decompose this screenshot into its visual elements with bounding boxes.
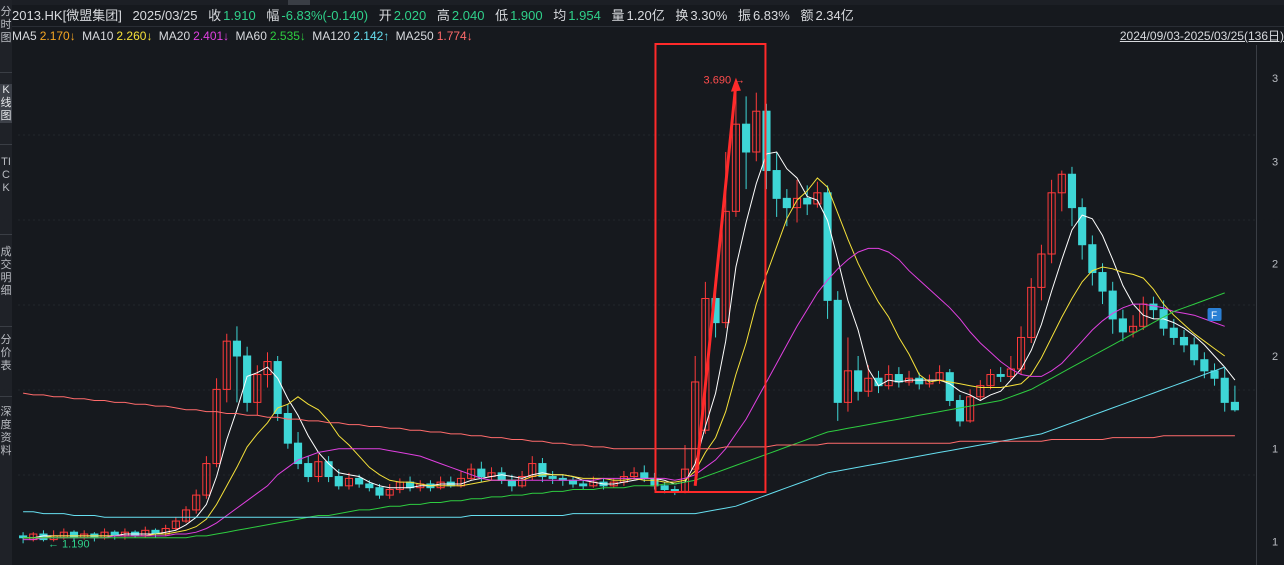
candle-body	[1220, 377, 1229, 403]
candle-body	[915, 377, 924, 385]
candle-body	[996, 374, 1005, 377]
candle-body	[1098, 272, 1107, 292]
y-tick-label: 2	[1272, 258, 1278, 270]
candle-body	[497, 472, 506, 481]
candle-body	[1190, 344, 1199, 361]
ma-line-ma250	[23, 392, 1235, 450]
candle-body	[273, 361, 282, 414]
highlight-box	[654, 43, 767, 493]
candle-body	[803, 197, 812, 205]
candle-body	[334, 476, 343, 487]
y-tick-label: 1	[1272, 444, 1278, 456]
candle-body	[375, 487, 384, 496]
candle-body	[742, 123, 751, 153]
candle-body	[355, 477, 364, 485]
y-tick-label: 1	[1272, 536, 1278, 548]
candle-body	[854, 370, 863, 392]
candle-body	[955, 400, 965, 422]
candle-body	[894, 374, 903, 383]
low-price-label: ← 1.190	[48, 538, 90, 550]
candle-body	[365, 483, 374, 489]
candle-body	[660, 485, 669, 491]
candle-body	[782, 197, 791, 209]
candle-body	[640, 472, 649, 479]
candle-body	[548, 476, 557, 479]
high-price-label: 3.690 →	[704, 75, 746, 87]
candle-body	[1179, 336, 1189, 346]
candle-body	[579, 483, 588, 487]
candle-body	[772, 170, 781, 199]
candle-body	[1067, 173, 1077, 209]
candle-body	[568, 479, 578, 485]
candlestick-chart[interactable]: 3 3 2 2 1 1 3.690 → ← 1.190 F	[0, 0, 1284, 565]
ma-line-ma60	[23, 292, 1225, 539]
candle-body	[293, 442, 303, 465]
candle-body	[1088, 244, 1097, 274]
candle-body	[823, 192, 832, 301]
ma-line-ma20	[23, 247, 1225, 541]
candle-body	[945, 372, 954, 402]
y-tick-label: 3	[1272, 156, 1278, 168]
candle-body	[1230, 401, 1239, 411]
candle-body	[243, 355, 252, 403]
f-flag-label: F	[1211, 311, 1217, 322]
candle-body	[833, 299, 842, 403]
candle-body	[507, 479, 516, 487]
candle-body	[1118, 318, 1127, 333]
candle-body	[650, 477, 659, 487]
y-axis-line	[1256, 45, 1257, 565]
rally-arrow	[693, 83, 738, 486]
y-tick-label: 2	[1272, 351, 1278, 363]
candle-body	[304, 463, 313, 478]
candle-body	[283, 412, 292, 444]
candle-body	[1078, 207, 1087, 246]
candle-body	[232, 340, 242, 357]
candle-body	[477, 468, 486, 478]
y-tick-label: 3	[1272, 73, 1278, 85]
candle-body	[1169, 327, 1178, 338]
candle-body	[69, 531, 79, 539]
candle-body	[1200, 359, 1209, 372]
